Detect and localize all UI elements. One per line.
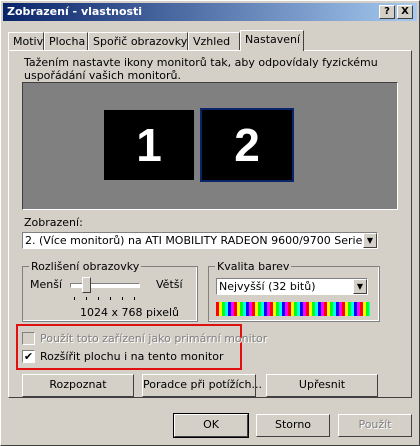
cancel-button[interactable]: Storno — [256, 414, 330, 437]
resolution-slider-track[interactable] — [70, 283, 140, 288]
title-bar[interactable]: Zobrazení - vlastnosti ? X — [3, 3, 417, 21]
slider-tick — [110, 297, 111, 300]
close-button[interactable]: X — [397, 5, 413, 19]
tab-screensaver[interactable]: Spořič obrazovky — [88, 32, 188, 50]
tab-nastaveni[interactable]: Nastavení — [240, 30, 304, 51]
monitor-2-icon[interactable]: 2 — [200, 108, 294, 182]
resolution-less-label: Menší — [30, 278, 63, 291]
primary-monitor-label: Použít toto zařízení jako primární monit… — [40, 332, 268, 345]
monitor-1-icon[interactable]: 1 — [104, 110, 194, 180]
display-label: Zobrazení: — [24, 216, 83, 229]
help-button[interactable]: ? — [379, 5, 395, 19]
tab-plocha[interactable]: Plocha — [44, 32, 88, 50]
resolution-value: 1024 x 768 pixelů — [80, 306, 179, 319]
resolution-title: Rozlišení obrazovky — [29, 260, 142, 273]
slider-tick — [86, 297, 87, 300]
advanced-button[interactable]: Upřesnit — [266, 374, 378, 397]
slider-tick — [122, 297, 123, 300]
resolution-slider-thumb[interactable] — [82, 277, 91, 293]
ok-button[interactable]: OK — [173, 413, 249, 438]
color-preview-bar — [216, 302, 370, 316]
extend-desktop-label: Rozšířit plochu i na tento monitor — [40, 350, 224, 363]
color-quality-title: Kvalita barev — [215, 260, 292, 273]
primary-monitor-checkbox[interactable] — [22, 332, 35, 345]
resolution-more-label: Větší — [156, 278, 183, 291]
apply-button[interactable]: Použít — [338, 414, 412, 437]
highlight-box — [16, 324, 242, 370]
troubleshoot-button[interactable]: Poradce při potížích... — [142, 374, 262, 397]
color-quality-value: Nejvyšší (32 bitů) — [219, 280, 316, 293]
identify-button[interactable]: Rozpoznat — [22, 374, 134, 397]
display-select[interactable]: 2. (Více monitorů) na ATI MOBILITY RADEO… — [22, 232, 378, 249]
extend-desktop-checkbox[interactable]: ✔ — [22, 350, 35, 363]
slider-tick — [134, 297, 135, 300]
slider-tick — [74, 297, 75, 300]
chevron-down-icon[interactable]: ▼ — [353, 279, 367, 294]
instructions-text: Tažením nastavte ikony monitorů tak, aby… — [24, 56, 378, 82]
tab-motivy[interactable]: Motivy — [8, 32, 50, 50]
color-quality-select[interactable]: Nejvyšší (32 bitů) ▼ — [216, 278, 368, 295]
display-select-value: 2. (Více monitorů) na ATI MOBILITY RADEO… — [25, 234, 378, 247]
tab-vzhled[interactable]: Vzhled — [188, 32, 240, 50]
slider-tick — [98, 297, 99, 300]
window-title: Zobrazení - vlastnosti — [7, 5, 143, 18]
chevron-down-icon[interactable]: ▼ — [363, 233, 377, 248]
